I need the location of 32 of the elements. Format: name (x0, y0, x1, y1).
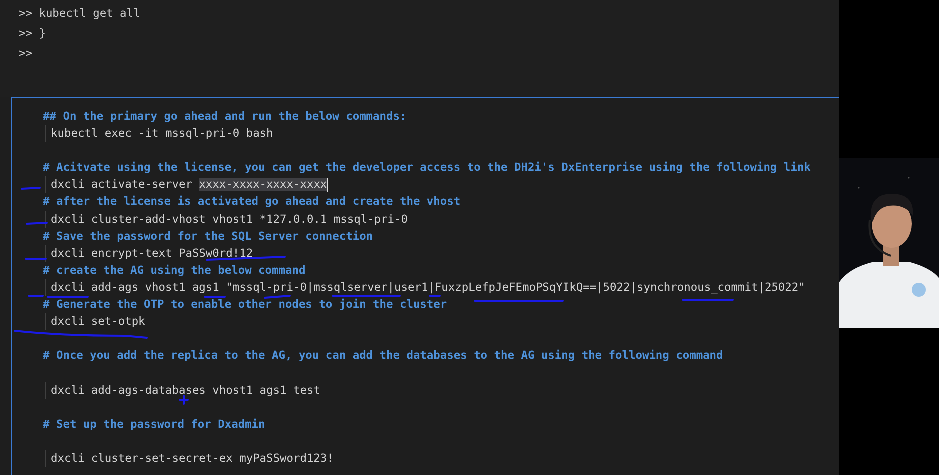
terminal-line: >> } (19, 27, 46, 40)
code-comment: # Acitvate using the license, you can get the developer access to the DH2i's DxEnterprise using the following link (43, 161, 811, 174)
code-line: dxcli cluster-set-secret-ex myPaSSword123! (51, 452, 334, 465)
code-line: dxcli set-otpk (51, 315, 146, 328)
code-comment: # Generate the OTP to enable other nodes to join the cluster (43, 298, 448, 312)
code-line: dxcli add-ags vhost1 ags1 "mssql-pri-0|mssqlserver|user1|FuxzpLefpJeFEmoPSqYIkQ==|5022|synchronous_commit|25022" (51, 280, 806, 294)
pen-stroke (429, 295, 441, 297)
code-line: kubectl exec -it mssql-pri-0 bash (51, 127, 274, 140)
pen-stroke (25, 258, 47, 260)
code-comment: # create the AG using the below command (43, 264, 306, 277)
pen-stroke (26, 222, 48, 225)
pen-stroke (21, 187, 41, 190)
code-comment: ## On the primary go ahead and run the below commands: (43, 110, 407, 123)
terminal-line: >> kubectl get all (19, 7, 140, 20)
pen-stroke (264, 295, 291, 299)
text-cursor (327, 178, 328, 192)
pen-stroke (28, 295, 44, 297)
code-line: dxcli activate-server (51, 178, 194, 192)
code-comment: # Save the password for the SQL Server connection (43, 230, 374, 243)
code-comment: # Once you add the replica to the AG, you can add the databases to the AG using the following command (43, 349, 724, 362)
pen-stroke (47, 296, 89, 298)
code-line: dxcli cluster-add-vhost vhost1 *127.0.0.1 mssql-pri-0 (51, 212, 408, 226)
terminal-line: >> (19, 47, 32, 60)
code-comment: # Set up the password for Dxadmin (43, 418, 266, 431)
selected-text: xxxx-xxxx-xxxx-xxxx (199, 178, 328, 192)
code-line: dxcli encrypt-text PaSSw0rd!12 (51, 246, 254, 260)
code-comment: # after the license is activated go ahead and create the vhost (43, 195, 461, 208)
pen-stroke (204, 296, 226, 298)
pen-stroke (179, 395, 189, 405)
pen-stroke (332, 295, 401, 297)
pen-stroke (682, 299, 734, 301)
code-line: dxcli add-ags-databases vhost1 ags1 test (51, 384, 320, 396)
